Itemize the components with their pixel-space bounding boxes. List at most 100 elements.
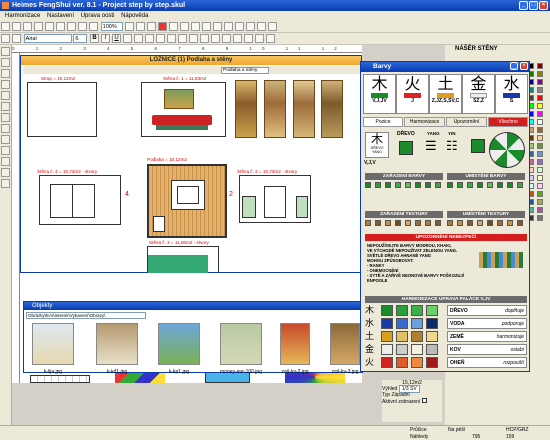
text-icon[interactable]	[235, 22, 245, 31]
menu-uprava[interactable]: Úprava oosti	[81, 13, 115, 19]
color-swatch[interactable]	[487, 220, 493, 226]
harm-swatch[interactable]	[381, 318, 393, 329]
harm-swatch[interactable]	[381, 344, 393, 355]
objects-path[interactable]: Obrázky\EAI\Interiér\Vybavení\Obrazy\	[26, 312, 146, 319]
color-swatch[interactable]	[457, 220, 463, 226]
barvy-min-button[interactable]: _	[510, 62, 518, 70]
zoom-in-icon[interactable]	[125, 22, 135, 31]
italic-icon[interactable]: I	[101, 34, 111, 43]
palette-swatch[interactable]	[537, 191, 543, 197]
harm-swatch[interactable]	[411, 331, 423, 342]
color-swatch[interactable]	[517, 182, 523, 188]
tool-bagua-icon[interactable]	[1, 135, 10, 144]
close-button[interactable]: ×	[539, 1, 548, 10]
tool-room-icon[interactable]	[1, 69, 10, 78]
thumb-2[interactable]	[96, 323, 138, 365]
grid-icon[interactable]	[169, 22, 179, 31]
tool-zoom-icon[interactable]	[1, 168, 10, 177]
ellipse-icon[interactable]	[178, 34, 188, 43]
tab-vsechno[interactable]: Všechno	[488, 117, 528, 127]
palette-swatch[interactable]	[537, 207, 543, 213]
color-swatch[interactable]	[435, 220, 441, 226]
tool-text-icon[interactable]	[1, 146, 10, 155]
palette-swatch[interactable]	[537, 175, 543, 181]
group-icon[interactable]	[211, 34, 221, 43]
palette-swatch[interactable]	[537, 127, 543, 133]
harm-swatch[interactable]	[396, 344, 408, 355]
element-water[interactable]: 水S	[495, 74, 528, 114]
rect-icon[interactable]	[167, 34, 177, 43]
color-swatch[interactable]	[435, 182, 441, 188]
tool-furniture-icon[interactable]	[1, 113, 10, 122]
copy-icon[interactable]	[56, 22, 65, 31]
redo-icon[interactable]	[89, 22, 98, 31]
ungroup-icon[interactable]	[222, 34, 232, 43]
palette-swatch[interactable]	[537, 79, 543, 85]
tool-plant-icon[interactable]	[1, 124, 10, 133]
palette-swatch[interactable]	[537, 111, 543, 117]
bold-icon[interactable]: B	[90, 34, 100, 43]
color-swatch[interactable]	[385, 220, 391, 226]
wall-3-plan[interactable]	[147, 246, 219, 273]
harm-swatch[interactable]	[411, 318, 423, 329]
color-swatch[interactable]	[365, 220, 371, 226]
tool-select-icon[interactable]	[1, 47, 10, 56]
wall-1-plan[interactable]	[141, 82, 226, 137]
hand-icon[interactable]	[147, 22, 157, 31]
barvy-close-button[interactable]: ×	[520, 62, 528, 70]
color-swatch[interactable]	[375, 182, 381, 188]
harm-swatch[interactable]	[426, 318, 438, 329]
floor-plan[interactable]	[147, 164, 227, 238]
cut-icon[interactable]	[45, 22, 54, 31]
zoom-select[interactable]: 100%	[100, 22, 123, 31]
front-icon[interactable]	[233, 34, 243, 43]
palette-swatch[interactable]	[537, 199, 543, 205]
mucha-panel-2[interactable]	[264, 80, 286, 138]
harm-row-3[interactable]: ZEMĚ harmonizuje	[447, 331, 527, 342]
harm-swatch[interactable]	[396, 331, 408, 342]
element-wood[interactable]: 木 V,J,JV	[363, 74, 396, 114]
harm-swatch[interactable]	[396, 305, 408, 316]
drevo-swatch[interactable]	[399, 141, 413, 155]
element-metal[interactable]: 金 SZ,Z	[462, 74, 495, 114]
menu-harmonizace[interactable]: Harmonizace	[5, 13, 40, 19]
menu-napoveda[interactable]: Nápověda	[121, 13, 148, 19]
palette-swatch[interactable]	[537, 215, 543, 221]
tool-stairs-icon[interactable]	[1, 102, 10, 111]
palette-swatch[interactable]	[537, 143, 543, 149]
wall-icon[interactable]	[191, 22, 201, 31]
thumb-1[interactable]	[32, 323, 74, 365]
color-swatch[interactable]	[477, 182, 483, 188]
wall-4-plan[interactable]	[39, 175, 121, 225]
maximize-button[interactable]: □	[529, 1, 538, 10]
color-swatch[interactable]	[467, 220, 473, 226]
tool-door-icon[interactable]	[1, 80, 10, 89]
layer-icon[interactable]	[180, 22, 190, 31]
color-swatch[interactable]	[415, 182, 421, 188]
compass-icon[interactable]	[158, 22, 168, 31]
thumb-4[interactable]	[220, 323, 262, 365]
color-swatch[interactable]	[447, 220, 453, 226]
mucha-panel-4[interactable]	[321, 80, 343, 138]
harm-row-1[interactable]: DŘEVO doplňuje	[447, 305, 527, 316]
harm-swatch[interactable]	[426, 305, 438, 316]
wall-2-plan[interactable]	[239, 175, 311, 223]
harm-swatch[interactable]	[381, 331, 393, 342]
palette-swatch[interactable]	[537, 119, 543, 125]
harm-swatch[interactable]	[381, 357, 393, 368]
tab-harmonizace[interactable]: Harmonizace	[404, 117, 445, 127]
harm-swatch[interactable]	[426, 357, 438, 368]
bagua-wheel-icon[interactable]	[489, 132, 525, 168]
font-size-select[interactable]: 6	[73, 34, 88, 43]
flip-icon[interactable]	[266, 34, 276, 43]
thumb-3[interactable]	[158, 323, 200, 365]
color-swatch[interactable]	[497, 220, 503, 226]
align-right-icon[interactable]	[145, 34, 155, 43]
harm-swatch[interactable]	[426, 344, 438, 355]
undo-icon[interactable]	[78, 22, 87, 31]
fill-icon[interactable]	[189, 34, 199, 43]
palette-swatch[interactable]	[537, 159, 543, 165]
align-left-icon[interactable]	[123, 34, 133, 43]
color-swatch[interactable]	[395, 182, 401, 188]
color-icon[interactable]	[257, 22, 267, 31]
